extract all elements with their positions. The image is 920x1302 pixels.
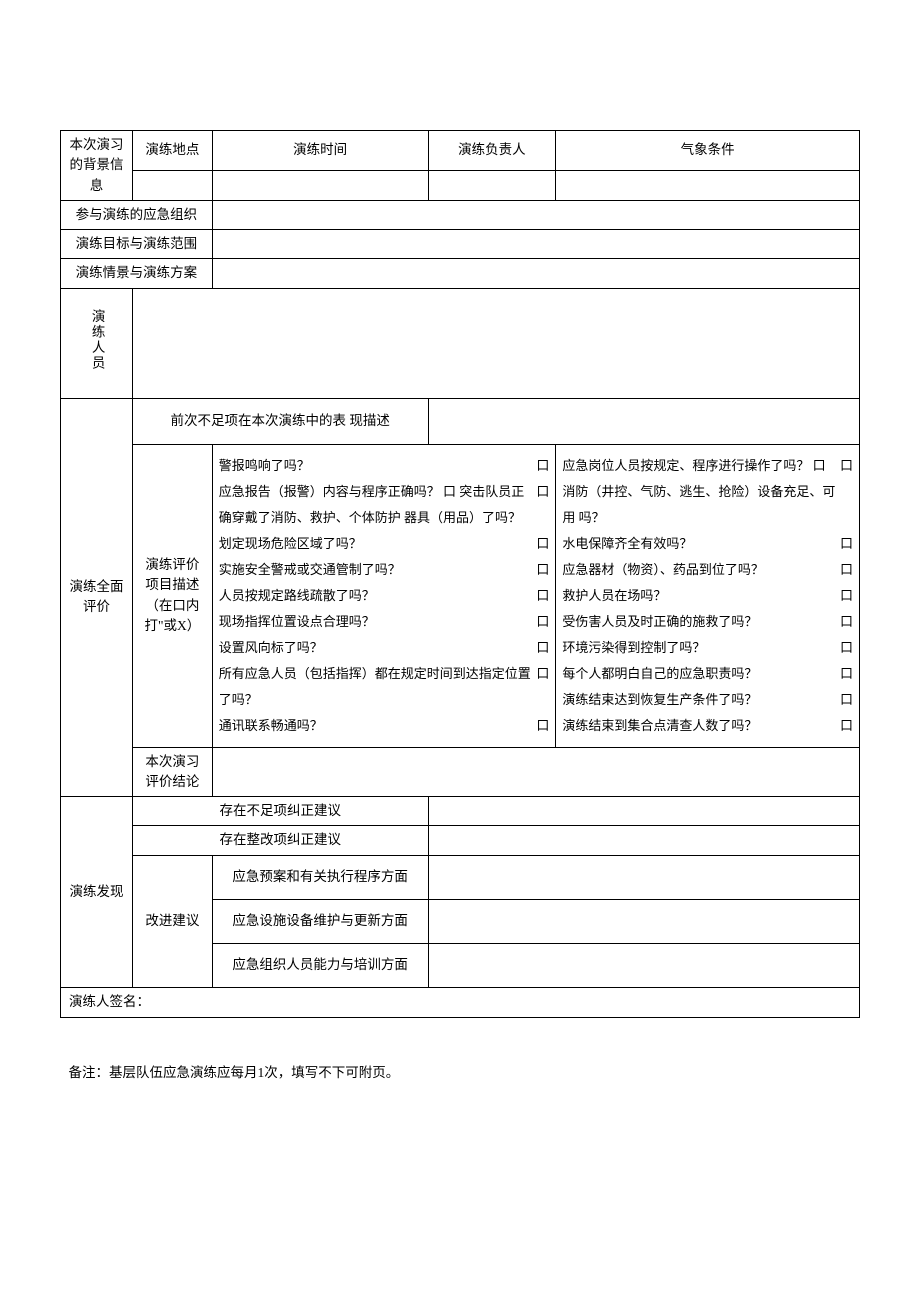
checklist-text: 环境污染得到控制了吗？	[562, 635, 705, 661]
checklist-text: 划定现场危险区域了吗？	[219, 531, 362, 557]
checkbox-icon[interactable]: 口	[840, 609, 853, 635]
footer-note: 备注：基层队伍应急演练应每月1次，填写不下可附页。	[61, 1017, 860, 1087]
checklist-text: 救护人员在场吗？	[562, 583, 666, 609]
leader-field[interactable]	[428, 170, 556, 200]
weather-field[interactable]	[556, 170, 860, 200]
checkbox-icon[interactable]: 口	[840, 635, 853, 661]
checklist-item[interactable]: 应急岗位人员按规定、程序进行操作了吗？ 口 消防（井控、气防、逃生、抢险）设备充…	[562, 453, 853, 531]
checkbox-icon[interactable]: 口	[536, 713, 549, 739]
checklist-text: 警报鸣响了吗？	[219, 453, 310, 479]
aspect3-label: 应急组织人员能力与培训方面	[212, 943, 428, 987]
checkbox-icon[interactable]: 口	[536, 557, 549, 583]
improve-label: 改进建议	[132, 855, 212, 987]
checkbox-icon[interactable]: 口	[536, 661, 549, 687]
checklist-item[interactable]: 每个人都明白自己的应急职责吗？ 口	[562, 661, 853, 687]
checklist-item[interactable]: 环境污染得到控制了吗？ 口	[562, 635, 853, 661]
checklist-text: 受伤害人员及时正确的施救了吗？	[562, 609, 757, 635]
prev-deficiency-field[interactable]	[428, 398, 860, 444]
location-field[interactable]	[132, 170, 212, 200]
org-label: 参与演练的应急组织	[61, 200, 213, 229]
checklist-item[interactable]: 水电保障齐全有效吗？ 口	[562, 531, 853, 557]
checklist-item[interactable]: 应急报告（报警）内容与程序正确吗？ 口 突击队员正确穿戴了消防、救护、个体防护 …	[219, 479, 550, 531]
checklist-item[interactable]: 通讯联系畅通吗？ 口	[219, 713, 550, 739]
goal-field[interactable]	[212, 230, 859, 259]
checkbox-icon[interactable]: 口	[840, 661, 853, 687]
checkbox-icon[interactable]: 口	[536, 453, 549, 479]
checklist-item[interactable]: 设置风向标了吗？ 口	[219, 635, 550, 661]
bg-info-label: 本次演习的背景信息	[61, 131, 133, 201]
aspect2-label: 应急设施设备维护与更新方面	[212, 899, 428, 943]
scene-label: 演练情景与演练方案	[61, 259, 213, 288]
aspect1-field[interactable]	[428, 855, 860, 899]
checklist-text: 应急岗位人员按规定、程序进行操作了吗？ 口 消防（井控、气防、逃生、抢险）设备充…	[562, 453, 836, 531]
time-field[interactable]	[212, 170, 428, 200]
weather-label: 气象条件	[556, 131, 860, 171]
checklist-text: 演练结束到集合点清查人数了吗？	[562, 713, 757, 739]
checklist-text: 应急报告（报警）内容与程序正确吗？ 口 突击队员正确穿戴了消防、救护、个体防护 …	[219, 479, 533, 531]
checklist-text: 实施安全警戒或交通管制了吗？	[219, 557, 401, 583]
aspect3-field[interactable]	[428, 943, 860, 987]
signature-row[interactable]: 演练人签名：	[61, 987, 860, 1017]
checkbox-icon[interactable]: 口	[840, 531, 853, 557]
org-field[interactable]	[212, 200, 859, 229]
checkbox-icon[interactable]: 口	[840, 687, 853, 713]
checkbox-icon[interactable]: 口	[536, 609, 549, 635]
checkbox-icon[interactable]: 口	[536, 531, 549, 557]
checklist-text: 每个人都明白自己的应急职责吗？	[562, 661, 757, 687]
prev-deficiency-label: 前次不足项在本次演练中的表 现描述	[132, 398, 428, 444]
checklist-item[interactable]: 应急器材（物资）、药品到位了吗？ 口	[562, 557, 853, 583]
checklist-text: 所有应急人员（包括指挥）都在规定时间到达指定位置了吗？	[219, 661, 533, 713]
checkbox-icon[interactable]: 口	[536, 635, 549, 661]
checklist-item[interactable]: 所有应急人员（包括指挥）都在规定时间到达指定位置了吗？口	[219, 661, 550, 713]
checklist-right[interactable]: 应急岗位人员按规定、程序进行操作了吗？ 口 消防（井控、气防、逃生、抢险）设备充…	[556, 444, 860, 747]
checklist-text: 演练结束达到恢复生产条件了吗？	[562, 687, 757, 713]
personnel-label: 演练人员	[61, 288, 133, 398]
checklist-text: 设置风向标了吗？	[219, 635, 323, 661]
scene-field[interactable]	[212, 259, 859, 288]
checklist-text: 现场指挥位置设点合理吗？	[219, 609, 375, 635]
checkbox-icon[interactable]: 口	[840, 557, 853, 583]
deficiency-label: 存在不足项纠正建议	[132, 797, 428, 826]
leader-label: 演练负责人	[428, 131, 556, 171]
aspect1-label: 应急预案和有关执行程序方面	[212, 855, 428, 899]
checkbox-icon[interactable]: 口	[536, 583, 549, 609]
checklist-item[interactable]: 划定现场危险区域了吗？ 口	[219, 531, 550, 557]
deficiency-field[interactable]	[428, 797, 860, 826]
conclusion-label: 本次演习评价结论	[132, 747, 212, 797]
checklist-item[interactable]: 受伤害人员及时正确的施救了吗？ 口	[562, 609, 853, 635]
checklist-left[interactable]: 警报鸣响了吗？口应急报告（报警）内容与程序正确吗？ 口 突击队员正确穿戴了消防、…	[212, 444, 556, 747]
aspect2-field[interactable]	[428, 899, 860, 943]
goal-label: 演练目标与演练范围	[61, 230, 213, 259]
rectify-field[interactable]	[428, 826, 860, 855]
checklist-text: 水电保障齐全有效吗？	[562, 531, 692, 557]
rectify-label: 存在整改项纠正建议	[132, 826, 428, 855]
checklist-text: 人员按规定路线疏散了吗？	[219, 583, 375, 609]
checklist-item[interactable]: 演练结束到集合点清查人数了吗？ 口	[562, 713, 853, 739]
personnel-field[interactable]	[132, 288, 859, 398]
checklist-item[interactable]: 实施安全警戒或交通管制了吗？ 口	[219, 557, 550, 583]
checklist-item[interactable]: 救护人员在场吗？ 口	[562, 583, 853, 609]
time-label: 演练时间	[212, 131, 428, 171]
eval-section-label: 演练全面评价	[61, 398, 133, 797]
checklist-item[interactable]: 警报鸣响了吗？ 口	[219, 453, 550, 479]
checkbox-icon[interactable]: 口	[840, 713, 853, 739]
eval-desc-label: 演练评价项目描述（在口内打"或X）	[132, 444, 212, 747]
findings-section-label: 演练发现	[61, 797, 133, 988]
checklist-text: 通讯联系畅通吗？	[219, 713, 323, 739]
conclusion-field[interactable]	[212, 747, 859, 797]
drill-form-table: 本次演习的背景信息 演练地点 演练时间 演练负责人 气象条件 参与演练的应急组织…	[60, 130, 860, 1087]
checkbox-icon[interactable]: 口	[536, 479, 549, 505]
checkbox-icon[interactable]: 口	[840, 453, 853, 479]
location-label: 演练地点	[132, 131, 212, 171]
checklist-item[interactable]: 人员按规定路线疏散了吗？ 口	[219, 583, 550, 609]
checklist-item[interactable]: 演练结束达到恢复生产条件了吗？ 口	[562, 687, 853, 713]
checkbox-icon[interactable]: 口	[840, 583, 853, 609]
checklist-text: 应急器材（物资）、药品到位了吗？	[562, 557, 764, 583]
checklist-item[interactable]: 现场指挥位置设点合理吗？ 口	[219, 609, 550, 635]
